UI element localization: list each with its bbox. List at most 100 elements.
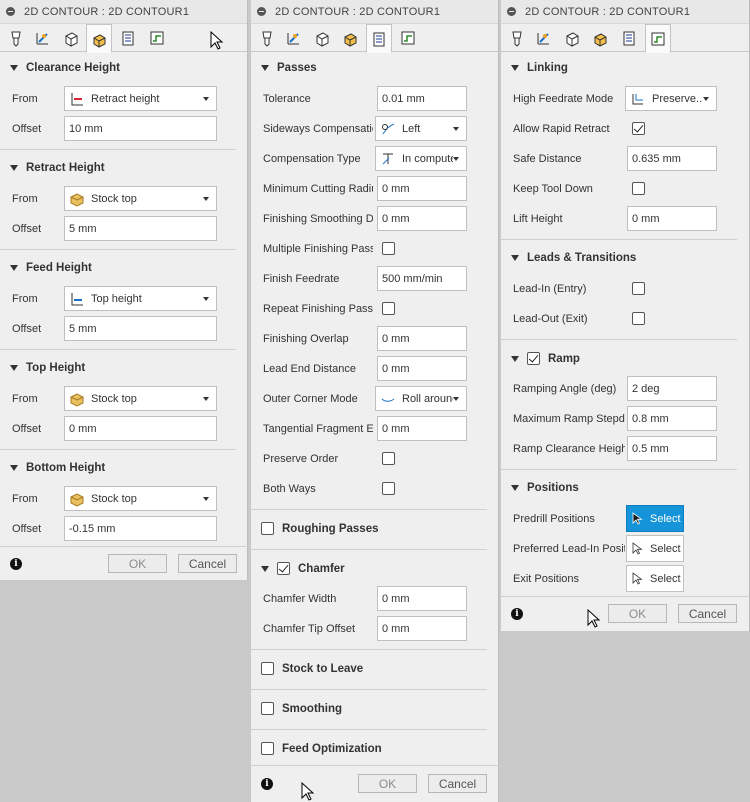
info-icon[interactable]: i: [10, 558, 22, 570]
info-icon[interactable]: i: [511, 608, 523, 620]
tangential-fragment-input[interactable]: 0 mm: [377, 416, 467, 441]
section-smoothing[interactable]: Smoothing: [261, 702, 342, 715]
chamfer-tip-offset-input[interactable]: 0 mm: [377, 616, 467, 641]
cancel-button[interactable]: Cancel: [428, 774, 487, 793]
collapse-icon[interactable]: [6, 7, 15, 16]
tab-geometry[interactable]: [30, 24, 56, 52]
safe-distance-input[interactable]: 0.635 mm: [627, 146, 717, 171]
chamfer-checkbox[interactable]: [277, 562, 290, 575]
section-retract-height[interactable]: Retract Height: [10, 162, 105, 174]
chamfer-width-input[interactable]: 0 mm: [377, 586, 467, 611]
tab-tool[interactable]: [3, 24, 29, 52]
compensation-type-select[interactable]: In computer: [375, 146, 467, 171]
min-cutting-radius-input[interactable]: 0 mm: [377, 176, 467, 201]
feed-optimization-checkbox[interactable]: [261, 742, 274, 755]
tab-heights[interactable]: [587, 24, 613, 52]
preserve-order-checkbox[interactable]: [382, 452, 395, 465]
max-ramp-stepdown-input[interactable]: 0.8 mm: [627, 406, 717, 431]
tab-stock[interactable]: [559, 24, 585, 52]
tab-passes[interactable]: [616, 24, 642, 52]
tab-stock[interactable]: [309, 24, 335, 52]
stock-to-leave-checkbox[interactable]: [261, 662, 274, 675]
section-leads-transitions[interactable]: Leads & Transitions: [511, 252, 636, 264]
predrill-select-button[interactable]: Select: [626, 505, 684, 532]
section-linking[interactable]: Linking: [511, 62, 568, 74]
clearance-offset-input[interactable]: 10 mm: [64, 116, 217, 141]
top-offset-input[interactable]: 0 mm: [64, 416, 217, 441]
tab-heights[interactable]: [86, 24, 112, 53]
chamfer-width-label: Chamfer Width: [263, 593, 337, 605]
retract-offset-input[interactable]: 5 mm: [64, 216, 217, 241]
section-feed-optimization[interactable]: Feed Optimization: [261, 742, 382, 755]
left-compensation-icon: [382, 123, 395, 134]
cancel-button[interactable]: Cancel: [678, 604, 737, 623]
both-ways-checkbox[interactable]: [382, 482, 395, 495]
lead-end-distance-input[interactable]: 0 mm: [377, 356, 467, 381]
finishing-overlap-input[interactable]: 0 mm: [377, 326, 467, 351]
ramp-clearance-input[interactable]: 0.5 mm: [627, 436, 717, 461]
tab-tool[interactable]: [504, 24, 530, 52]
section-ramp[interactable]: Ramp: [511, 352, 580, 365]
section-top-height[interactable]: Top Height: [10, 362, 85, 374]
top-from-select[interactable]: Stock top: [64, 386, 217, 411]
tab-stock[interactable]: [58, 24, 84, 52]
tab-linking[interactable]: [144, 24, 170, 52]
lead-in-checkbox[interactable]: [632, 282, 645, 295]
section-stock-to-leave[interactable]: Stock to Leave: [261, 662, 363, 675]
tab-geometry[interactable]: [281, 24, 307, 52]
repeat-finishing-checkbox[interactable]: [382, 302, 395, 315]
ramp-checkbox[interactable]: [527, 352, 540, 365]
feed-from-select[interactable]: Top height: [64, 286, 217, 311]
high-feedrate-mode-select[interactable]: Preserve...: [625, 86, 717, 111]
divider: [0, 449, 236, 450]
preferred-lead-in-select-button[interactable]: Select: [626, 535, 684, 562]
section-bottom-height[interactable]: Bottom Height: [10, 462, 105, 474]
tab-linking[interactable]: [645, 24, 671, 53]
tab-linking[interactable]: [395, 24, 421, 52]
section-chamfer[interactable]: Chamfer: [261, 562, 345, 575]
collapse-icon[interactable]: [257, 7, 266, 16]
divider: [251, 765, 499, 766]
section-passes[interactable]: Passes: [261, 62, 317, 74]
tab-passes[interactable]: [115, 24, 141, 52]
clearance-from-select[interactable]: Retract height: [64, 86, 217, 111]
collapse-icon[interactable]: [507, 7, 516, 16]
exit-select-button[interactable]: Select: [626, 565, 684, 592]
bottom-from-label: From: [12, 493, 38, 505]
ok-button[interactable]: OK: [358, 774, 417, 793]
section-roughing-passes[interactable]: Roughing Passes: [261, 522, 379, 535]
divider: [0, 349, 236, 350]
tab-passes[interactable]: [366, 24, 392, 53]
bottom-from-select[interactable]: Stock top: [64, 486, 217, 511]
box-icon: [316, 32, 329, 47]
finish-feedrate-input[interactable]: 500 mm/min: [377, 266, 467, 291]
lead-out-checkbox[interactable]: [632, 312, 645, 325]
section-positions[interactable]: Positions: [511, 482, 579, 494]
finish-feedrate-label: Finish Feedrate: [263, 273, 340, 285]
bottom-offset-input[interactable]: -0.15 mm: [64, 516, 217, 541]
info-icon[interactable]: i: [261, 778, 273, 790]
keep-tool-down-checkbox[interactable]: [632, 182, 645, 195]
roughing-passes-checkbox[interactable]: [261, 522, 274, 535]
ok-button[interactable]: OK: [108, 554, 167, 573]
ok-button[interactable]: OK: [608, 604, 667, 623]
outer-corner-mode-select[interactable]: Roll around: [375, 386, 467, 411]
ramping-angle-input[interactable]: 2 deg: [627, 376, 717, 401]
multiple-finishing-checkbox[interactable]: [382, 242, 395, 255]
section-feed-height[interactable]: Feed Height: [10, 262, 92, 274]
sideways-compensation-select[interactable]: Left: [375, 116, 467, 141]
section-clearance-height[interactable]: Clearance Height: [10, 62, 120, 74]
tab-heights[interactable]: [337, 24, 363, 52]
tolerance-input[interactable]: 0.01 mm: [377, 86, 467, 111]
tool-icon: [512, 31, 522, 47]
cancel-button[interactable]: Cancel: [178, 554, 237, 573]
panel-title: 2D CONTOUR : 2D CONTOUR1: [275, 5, 441, 18]
finishing-smoothing-input[interactable]: 0 mm: [377, 206, 467, 231]
lift-height-input[interactable]: 0 mm: [627, 206, 717, 231]
tab-tool[interactable]: [254, 24, 280, 52]
feed-offset-input[interactable]: 5 mm: [64, 316, 217, 341]
tab-geometry[interactable]: [531, 24, 557, 52]
smoothing-checkbox[interactable]: [261, 702, 274, 715]
allow-rapid-retract-checkbox[interactable]: [632, 122, 645, 135]
retract-from-select[interactable]: Stock top: [64, 186, 217, 211]
